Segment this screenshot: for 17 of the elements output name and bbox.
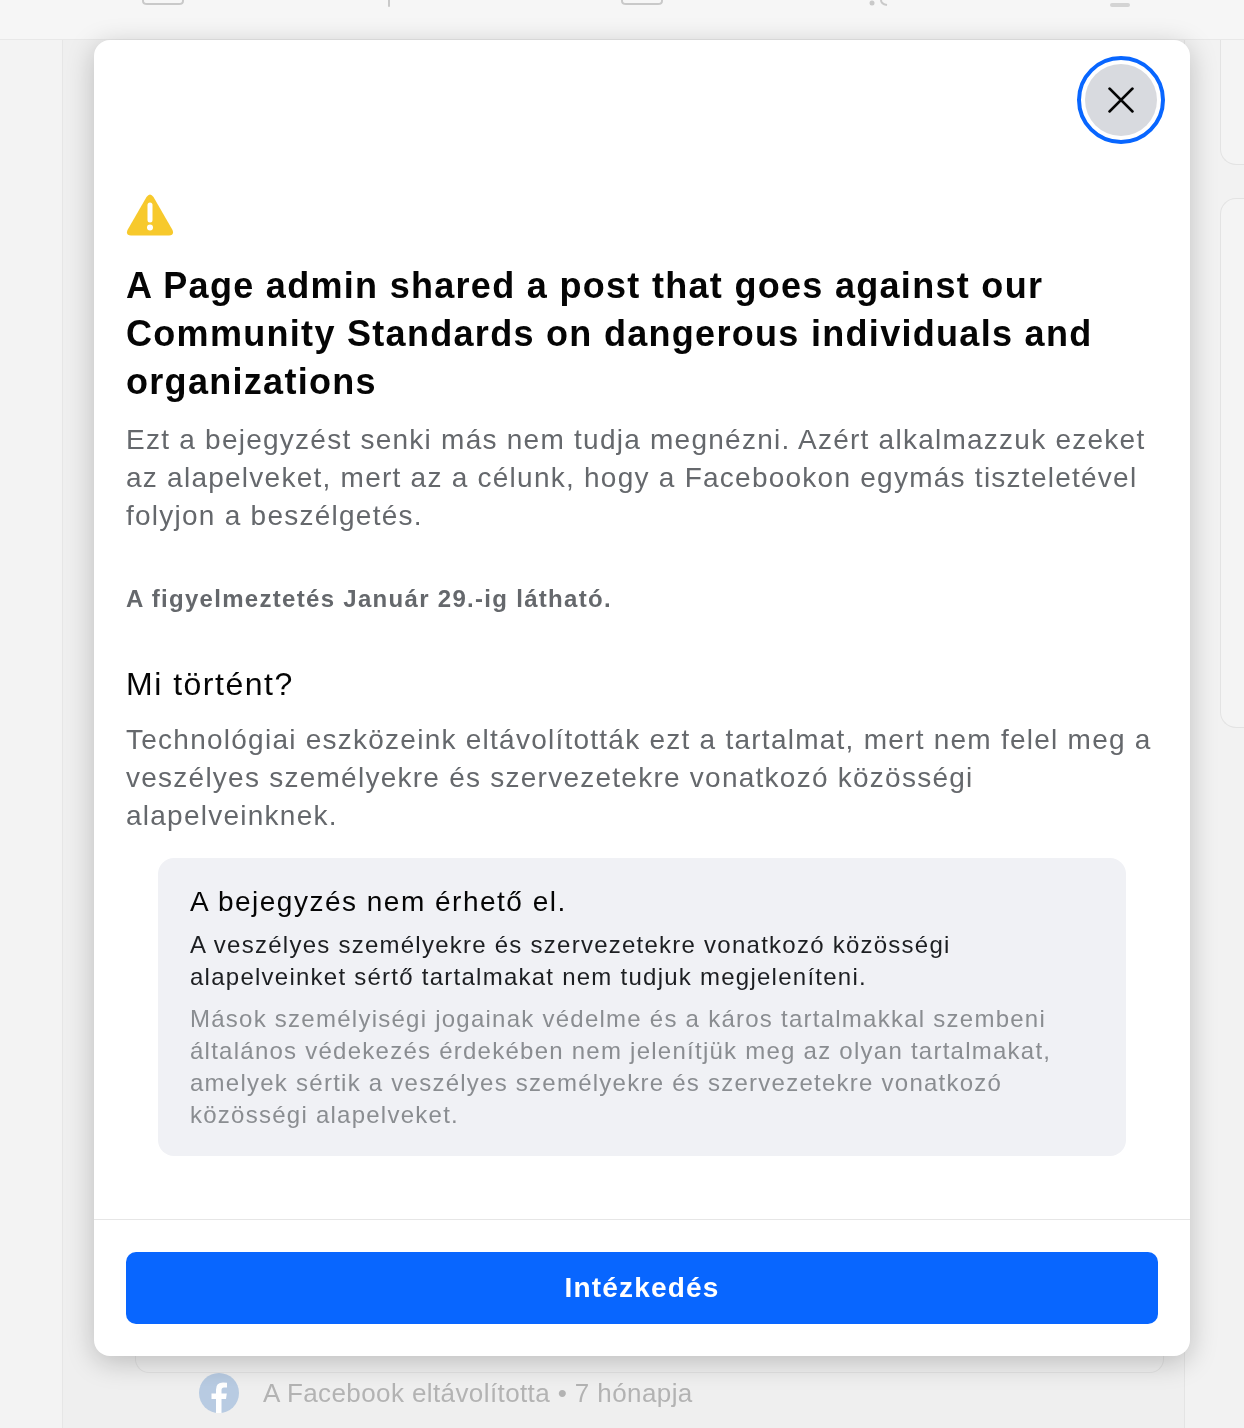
notice-text: A veszélyes személyekre és szervezetekre vonatkozó közösségi alapelveinket sértő tartalmakat nem tudjuk megjeleníteni. xyxy=(190,930,952,992)
expiry-note: A figyelmeztetés Január 29.-ig látható. xyxy=(126,584,613,614)
nav-tab-icon[interactable] xyxy=(141,0,185,5)
removal-status: A Facebook eltávolította • 7 hónapja xyxy=(263,1377,693,1409)
nav-tab-icon[interactable] xyxy=(386,0,392,7)
notice-title: A bejegyzés nem érhető el. xyxy=(190,885,568,919)
section-heading: Mi történt? xyxy=(126,665,295,704)
warning-icon xyxy=(126,194,174,236)
notice-detail: Mások személyiségi jogainak védelme és a káros tartalmakkal szembeni általános védekezés érdekében nem jelenítjük meg az olyan tartalmakat, amelyek sértik a veszélyes személyekre és szervezetekre vonatkozó közösségi alapelveket. xyxy=(190,1004,1053,1130)
close-icon xyxy=(1108,87,1134,113)
dialog-description: Ezt a bejegyzést senki más nem tudja megnézni. Azért alkalmazzuk ezeket az alapelveket, mert az a célunk, hogy a Facebookon egymás tiszteletével folyjon a beszélgetés. xyxy=(126,423,1147,533)
menu-icon[interactable] xyxy=(1110,3,1130,7)
nav-tab-icon[interactable] xyxy=(620,0,664,5)
dialog-title: A Page admin shared a post that goes against our Community Standards on dangerous individuals and organizations xyxy=(126,264,1094,404)
facebook-logo-icon xyxy=(199,1373,239,1413)
section-text: Technológiai eszközeink eltávolították ezt a tartalmat, mert nem felel meg a veszélyes személyekre és szervezetekre vonatkozó közösségi alapelveinknek. xyxy=(126,723,1153,833)
action-button[interactable]: Intézkedés xyxy=(126,1252,1158,1324)
